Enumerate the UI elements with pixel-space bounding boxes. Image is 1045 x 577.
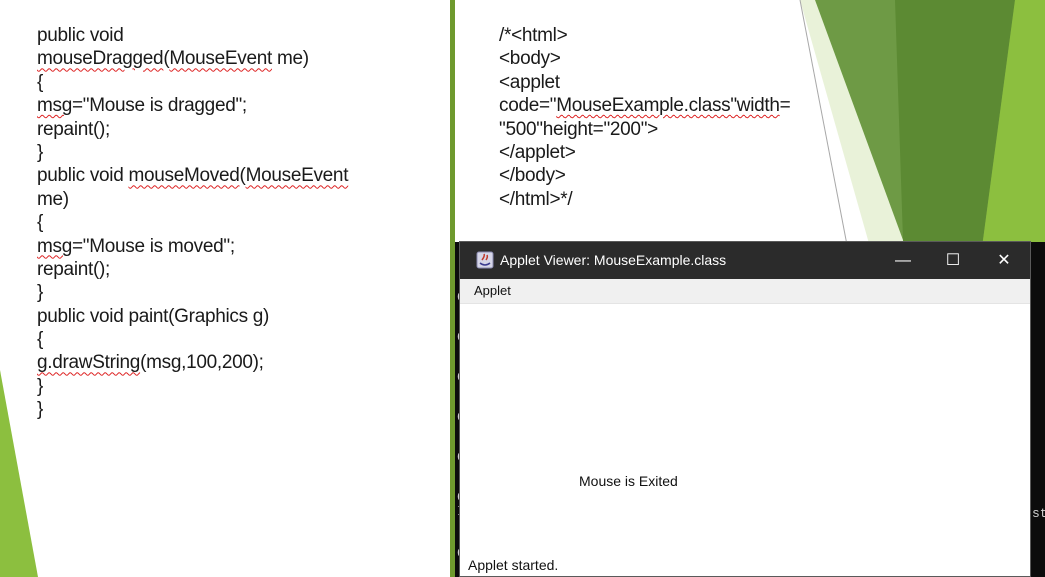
- code-token: <body>: [499, 48, 561, 70]
- code-token-flagged: MouseEvent: [169, 48, 272, 70]
- code-token: =: [779, 95, 791, 117]
- code-line: repaint();: [37, 118, 348, 141]
- code-line: <body>: [499, 47, 790, 70]
- code-line: public void paint(Graphics g): [37, 305, 348, 328]
- code-token: }: [37, 399, 44, 421]
- java-app-icon: [476, 251, 494, 269]
- code-token: </applet>: [499, 141, 576, 163]
- code-token: <applet: [499, 71, 560, 93]
- code-token: /*<html>: [499, 25, 568, 46]
- code-token: </html>*/: [499, 188, 573, 210]
- code-token: ="Mouse is moved";: [72, 235, 235, 257]
- code-token-flagged: msg: [37, 235, 72, 257]
- code-line: {: [37, 211, 348, 234]
- code-line: g.drawString(msg,100,200);: [37, 351, 348, 374]
- status-bar: Applet started.: [460, 556, 1030, 576]
- code-token: repaint();: [37, 118, 111, 140]
- status-text: Applet started.: [468, 557, 559, 573]
- code-line: </applet>: [499, 141, 790, 164]
- code-line: }: [37, 281, 348, 304]
- code-token-flagged: mouseDragged: [37, 48, 164, 70]
- code-token: public void paint(Graphics g): [37, 305, 270, 327]
- code-line: mouseDragged(MouseEvent me): [37, 47, 348, 70]
- code-token: me): [271, 48, 309, 70]
- maximize-button[interactable]: ☐: [930, 242, 976, 279]
- code-line: me): [37, 188, 348, 211]
- code-line: msg="Mouse is dragged";: [37, 94, 348, 117]
- applet-viewer-window[interactable]: Applet Viewer: MouseExample.class — ☐ ✕ …: [459, 241, 1031, 577]
- window-title: Applet Viewer: MouseExample.class: [500, 252, 727, 268]
- code-token: code=": [499, 95, 557, 117]
- code-line: public void: [37, 24, 348, 47]
- code-line: /*<html>: [499, 24, 790, 47]
- code-token: "500"height="200">: [499, 118, 658, 140]
- code-token: me): [37, 188, 69, 210]
- code-token-flagged: msg: [37, 95, 72, 117]
- code-line: {: [37, 71, 348, 94]
- code-token-flagged: MouseEvent: [245, 165, 349, 187]
- menu-bar: Applet: [460, 279, 1030, 304]
- code-token: public void: [37, 25, 124, 46]
- code-token-flagged: g.drawString: [37, 352, 141, 374]
- console-window-right-edge: st: [1031, 242, 1045, 577]
- code-token: (msg,100,200);: [140, 352, 264, 374]
- minimize-button[interactable]: —: [880, 242, 926, 279]
- code-line: "500"height="200">: [499, 118, 790, 141]
- right-code-block: /*<html> <body> <applet code="MouseExample.…: [499, 24, 791, 211]
- code-token: {: [37, 212, 44, 234]
- code-token: {: [37, 71, 44, 93]
- left-code-block: public void mouseDragged(MouseEvent me){m…: [37, 24, 348, 422]
- code-token: }: [37, 141, 44, 163]
- code-token: </body>: [499, 165, 566, 187]
- code-line: <applet: [499, 71, 790, 94]
- code-line: public void mouseMoved(MouseEvent: [37, 164, 348, 187]
- code-line: {: [37, 328, 348, 351]
- code-token-flagged: MouseExample.class"width: [556, 95, 780, 117]
- code-token: }: [37, 282, 44, 304]
- code-token-flagged: mouseMoved: [128, 165, 240, 187]
- code-line: repaint();: [37, 258, 348, 281]
- code-line: code="MouseExample.class"width=: [499, 94, 791, 117]
- title-bar[interactable]: Applet Viewer: MouseExample.class — ☐ ✕: [460, 242, 1030, 279]
- code-token: repaint();: [37, 258, 111, 280]
- slide-left-panel: public void mouseDragged(MouseEvent me){m…: [0, 0, 450, 577]
- applet-message: Mouse is Exited: [579, 473, 678, 489]
- console-text: st: [1032, 506, 1045, 521]
- code-line: }: [37, 375, 348, 398]
- code-token: {: [37, 329, 44, 351]
- code-line: </html>*/: [499, 188, 790, 211]
- code-line: }: [37, 398, 348, 421]
- code-token: public void: [37, 165, 129, 187]
- code-token: ="Mouse is dragged";: [72, 95, 247, 117]
- code-line: msg="Mouse is moved";: [37, 235, 348, 258]
- close-button[interactable]: ✕: [981, 242, 1027, 279]
- code-token: }: [37, 375, 44, 397]
- code-line: }: [37, 141, 348, 164]
- menu-applet[interactable]: Applet: [474, 283, 511, 298]
- code-line: </body>: [499, 164, 790, 187]
- applet-canvas[interactable]: [460, 304, 1030, 556]
